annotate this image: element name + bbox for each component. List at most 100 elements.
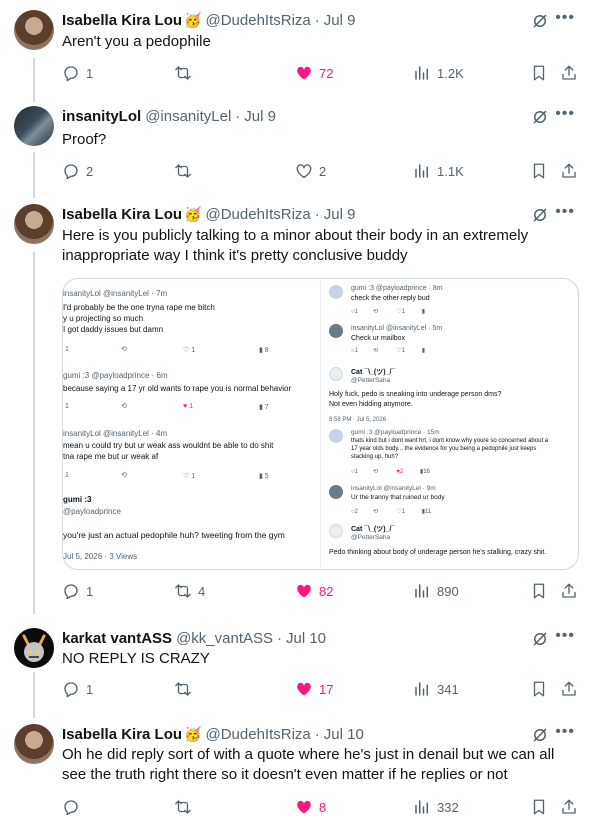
bookmark-button[interactable] [530, 582, 548, 600]
reply-button[interactable]: 1 [62, 582, 93, 600]
media-retweet-icon: ⟲ [121, 346, 127, 353]
share-button[interactable] [560, 798, 578, 816]
like-button[interactable]: 8 [295, 798, 326, 816]
tweet[interactable]: insanityLol @insanityLel · Jul 9 ••• Pro… [0, 106, 589, 186]
grok-icon[interactable] [531, 206, 549, 224]
author-name[interactable]: karkat vantASS [62, 630, 172, 647]
reply-icon [62, 680, 80, 698]
view-count: 341 [437, 681, 459, 697]
reply-button[interactable]: 2 [62, 162, 93, 180]
grok-icon[interactable] [531, 12, 549, 30]
avatar[interactable] [14, 628, 54, 668]
timestamp[interactable]: Jul 9 [324, 206, 356, 223]
author-name[interactable]: Isabella Kira Lou [62, 12, 182, 29]
retweet-button[interactable] [174, 798, 198, 816]
author-handle[interactable]: @kk_vantASS [176, 630, 273, 647]
media-tweet-line: Not even hidding anymore. [329, 401, 413, 408]
timestamp[interactable]: Jul 9 [324, 12, 356, 29]
more-options-icon[interactable]: ••• [555, 204, 575, 220]
share-button[interactable] [560, 162, 578, 180]
media-author-handle: @PetterSaha [351, 377, 391, 384]
media-author-name: gumi :3 [63, 495, 92, 504]
like-button[interactable]: 17 [295, 680, 333, 698]
tweet-header: Isabella Kira Lou 🥳 @DudehItsRiza · Jul … [62, 204, 355, 224]
bookmark-button[interactable] [530, 162, 548, 180]
retweet-button[interactable] [174, 162, 198, 180]
separator-dot: · [277, 629, 282, 647]
media-tweet-header: gumi :3 @payloadprince · 6m [63, 371, 168, 380]
grok-icon[interactable] [531, 108, 549, 126]
reply-button[interactable] [62, 798, 86, 816]
author-handle[interactable]: @insanityLel [145, 108, 231, 125]
grok-icon[interactable] [531, 630, 549, 648]
avatar[interactable] [14, 204, 54, 244]
screenshot-right[interactable]: gumi :3 @payloadprince · 8m check the ot… [323, 279, 578, 569]
avatar[interactable] [14, 106, 54, 146]
media-tweet-meta: Jul 5, 2026 · 3 Views [63, 552, 138, 561]
media-tweet-meta: 8:58 PM · Jul 5, 2026 [329, 417, 387, 423]
media-avatar [329, 429, 343, 443]
views-button[interactable]: 341 [413, 680, 459, 698]
timestamp[interactable]: Jul 9 [244, 108, 276, 125]
author-handle[interactable]: @DudehItsRiza [205, 206, 310, 223]
timestamp[interactable]: Jul 10 [324, 726, 364, 743]
avatar[interactable] [14, 724, 54, 764]
views-icon [413, 582, 431, 600]
more-options-icon[interactable]: ••• [555, 724, 575, 740]
share-button[interactable] [560, 582, 578, 600]
tweet-actions: 2 2 1.1K [62, 162, 577, 182]
share-icon [560, 64, 578, 82]
views-icon [413, 162, 431, 180]
view-count: 1.1K [437, 163, 464, 179]
avatar[interactable] [14, 10, 54, 50]
attached-screenshots[interactable]: insanityLol @insanityLel · 7m I'd probab… [62, 278, 579, 570]
timestamp[interactable]: Jul 10 [286, 630, 326, 647]
media-view-count: ▮ 8 [259, 347, 269, 354]
author-name[interactable]: insanityLol [62, 108, 141, 125]
media-author-handle: @payloadprince [63, 507, 121, 516]
media-view-count: ▮ 7 [259, 404, 269, 411]
reply-icon [62, 64, 80, 82]
screenshot-left[interactable]: insanityLol @insanityLel · 7m I'd probab… [63, 279, 321, 569]
grok-icon[interactable] [531, 726, 549, 744]
bookmark-button[interactable] [530, 64, 548, 82]
media-tweet-line: stacking up, huh? [351, 454, 399, 460]
more-options-icon[interactable]: ••• [555, 10, 575, 26]
bookmark-icon [530, 798, 548, 816]
retweet-button[interactable] [174, 680, 198, 698]
reply-count: 1 [86, 65, 94, 81]
media-view-value: 5 [264, 473, 269, 480]
retweet-button[interactable] [174, 64, 198, 82]
bookmark-button[interactable] [530, 798, 548, 816]
like-count: 17 [319, 681, 334, 697]
reply-button[interactable]: 1 [62, 680, 93, 698]
like-button[interactable]: 72 [295, 64, 333, 82]
author-name[interactable]: Isabella Kira Lou [62, 726, 182, 743]
views-button[interactable]: 332 [413, 798, 459, 816]
like-button[interactable]: 82 [295, 582, 333, 600]
retweet-count: 4 [198, 583, 206, 599]
bookmark-button[interactable] [530, 680, 548, 698]
views-button[interactable]: 1.1K [413, 162, 464, 180]
share-button[interactable] [560, 64, 578, 82]
media-tweet-header: gumi :3 @payloadprince · 15m [351, 429, 440, 436]
more-options-icon[interactable]: ••• [555, 628, 575, 644]
author-handle[interactable]: @DudehItsRiza [205, 12, 310, 29]
tweet[interactable]: Isabella Kira Lou 🥳 @DudehItsRiza · Jul … [0, 724, 589, 819]
like-button[interactable]: 2 [295, 162, 326, 180]
media-tweet-line: mean u could try but ur weak ass wouldnt… [63, 441, 274, 450]
author-name[interactable]: Isabella Kira Lou [62, 206, 182, 223]
media-like-value: 1 [191, 473, 196, 480]
share-button[interactable] [560, 680, 578, 698]
view-count: 1.2K [437, 65, 464, 81]
tweet[interactable]: Isabella Kira Lou 🥳 @DudehItsRiza · Jul … [0, 10, 589, 90]
retweet-button[interactable]: 4 [174, 582, 205, 600]
tweet[interactable]: karkat vantASS @kk_vantASS · Jul 10 ••• … [0, 628, 589, 708]
media-tweet-header: insanityLol @insanityLel · 4m [63, 429, 168, 438]
author-handle[interactable]: @DudehItsRiza [205, 726, 310, 743]
views-button[interactable]: 890 [413, 582, 459, 600]
media-tweet-line: Holy fuck, pedo is sneaking into underag… [329, 391, 502, 398]
reply-button[interactable]: 1 [62, 64, 93, 82]
more-options-icon[interactable]: ••• [555, 106, 575, 122]
views-button[interactable]: 1.2K [413, 64, 464, 82]
